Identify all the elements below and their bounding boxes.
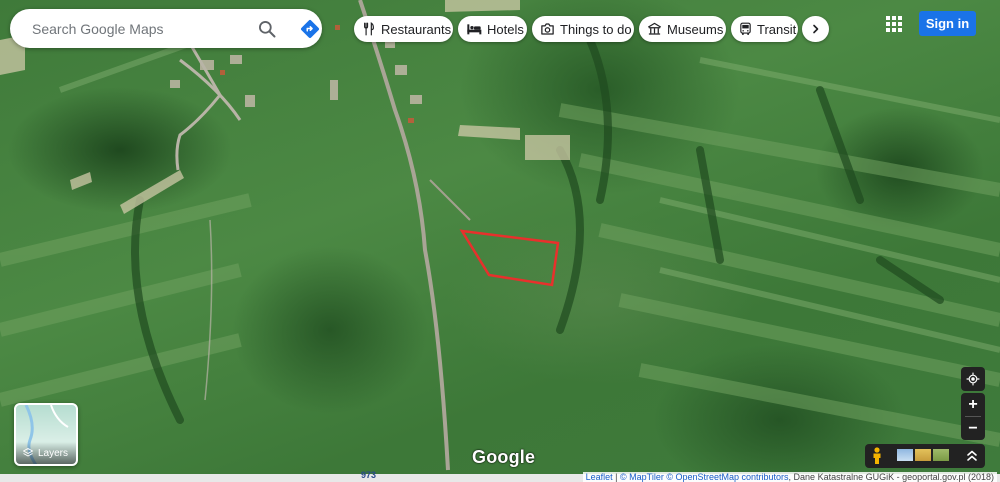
zoom-control: + − (961, 393, 985, 440)
my-location-button[interactable] (961, 367, 985, 391)
fork-knife-icon (362, 21, 376, 37)
search-box (10, 9, 322, 48)
openstreetmap-link[interactable]: © OpenStreetMap contributors (666, 472, 788, 482)
zoom-in-button[interactable]: + (961, 393, 985, 416)
imagery-thumbnail[interactable] (915, 449, 931, 461)
my-location-icon (966, 372, 980, 386)
pegman-icon[interactable] (870, 447, 884, 465)
chip-label: Things to do (560, 21, 632, 37)
layers-button[interactable]: Layers (14, 403, 78, 466)
search-input[interactable] (30, 19, 244, 38)
chip-label: Hotels (487, 21, 524, 37)
chip-label: Museums (667, 21, 724, 37)
chip-hotels[interactable]: Hotels (458, 16, 527, 42)
imagery-thumbnail[interactable] (897, 449, 913, 461)
maptiler-link[interactable]: © MapTiler (620, 472, 664, 482)
layers-icon (23, 448, 33, 457)
satellite-map[interactable] (0, 0, 1000, 474)
imagery-thumbnails[interactable] (897, 449, 949, 461)
chip-things-to-do[interactable]: Things to do (532, 16, 634, 42)
sign-in-button[interactable]: Sign in (919, 11, 976, 36)
chevron-up-icon[interactable] (964, 447, 980, 465)
chip-label: Transit (757, 21, 797, 37)
zoom-out-button[interactable]: − (961, 417, 985, 440)
layers-label: Layers (38, 447, 69, 459)
search-icon[interactable] (253, 15, 281, 43)
chip-museums[interactable]: Museums (639, 16, 726, 42)
imagery-thumbnail[interactable] (933, 449, 949, 461)
chip-restaurants[interactable]: Restaurants (354, 16, 453, 42)
directions-icon[interactable] (296, 15, 324, 43)
bed-icon (466, 21, 482, 37)
chevron-right-icon (812, 24, 818, 34)
layers-label-bar: Layers (16, 442, 76, 464)
bus-icon (739, 21, 752, 37)
parcel-outline[interactable] (0, 0, 1000, 474)
chip-label: Restaurants (381, 21, 452, 37)
chip-transit[interactable]: Transit (731, 16, 798, 42)
cadastre-attribution: , Dane Katastralne GUGiK - geoportal.gov… (788, 472, 994, 482)
google-logo: Google (472, 447, 536, 467)
apps-grid-icon[interactable] (884, 14, 904, 34)
map-attribution: Leaflet | © MapTiler © OpenStreetMap con… (582, 472, 997, 482)
chips-more-button[interactable] (802, 16, 829, 42)
museum-icon (647, 21, 662, 37)
leaflet-link[interactable]: Leaflet (586, 472, 613, 482)
road-number-label: 973 (361, 470, 377, 480)
camera-icon (540, 21, 555, 37)
